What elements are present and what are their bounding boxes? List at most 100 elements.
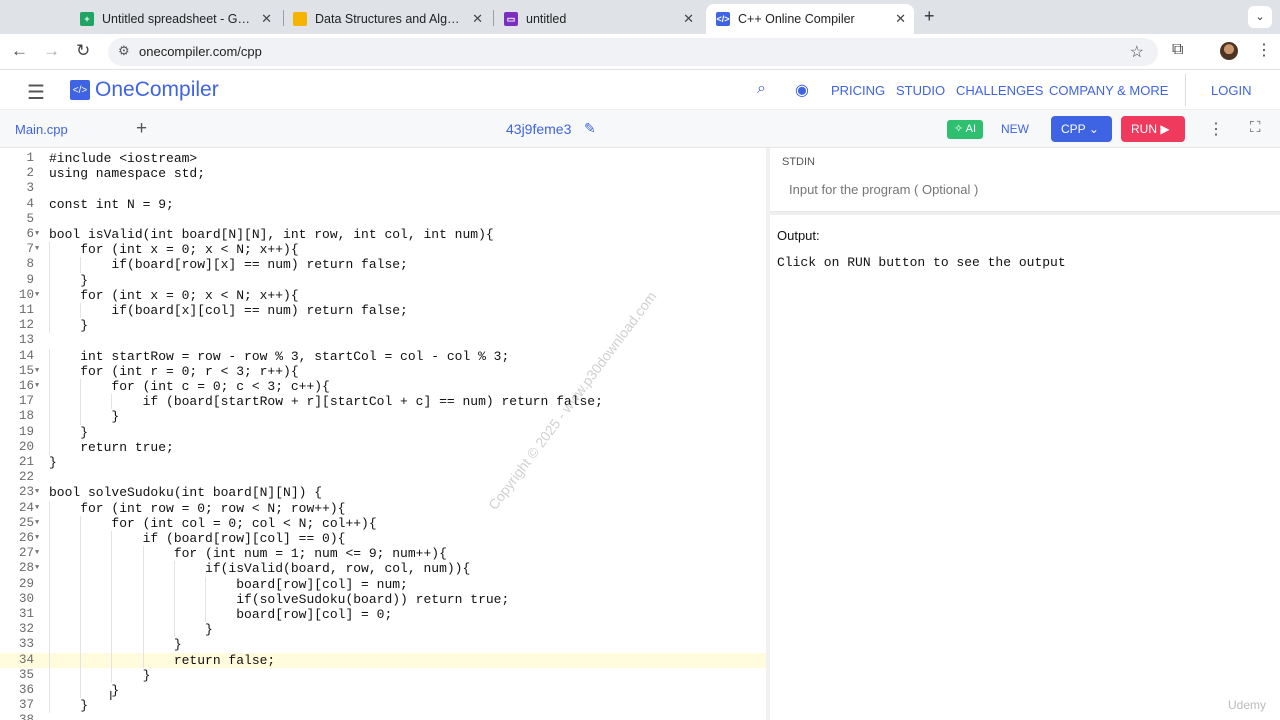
fold-chevron-icon[interactable]: ▼ [35,227,39,242]
code-text: } [49,424,89,440]
fold-chevron-icon[interactable]: ▼ [35,364,39,379]
more-options-icon[interactable]: ⋮ [1208,119,1224,139]
run-button[interactable]: RUN ▶ [1121,116,1185,142]
code-line[interactable]: 37 } [0,698,766,714]
code-line[interactable]: 9 } [0,272,766,288]
code-line[interactable]: 34 return false; [0,652,766,668]
login-link[interactable]: LOGIN [1211,83,1251,98]
code-line[interactable]: 11 if(board[x][col] == num) return false… [0,303,766,319]
code-line[interactable]: 12 } [0,318,766,334]
search-icon[interactable]: ⌕ [757,80,766,98]
new-tab-icon[interactable]: + [924,6,935,27]
code-line[interactable]: 19 } [0,424,766,440]
indent-guide [49,242,50,258]
fullscreen-icon[interactable]: ⛶ [1250,119,1261,136]
code-line[interactable]: 2 using namespace std; [0,166,766,181]
code-line[interactable]: 14 int startRow = row - row % 3, startCo… [0,348,766,364]
nav-studio[interactable]: STUDIO [896,83,945,98]
code-line[interactable]: 35 } [0,667,766,683]
close-icon[interactable]: ✕ [683,11,694,27]
code-line[interactable]: 38 [0,713,766,720]
code-line[interactable]: 27 ▼ for (int num = 1; num <= 9; num++){ [0,546,766,562]
ai-button[interactable]: ✧ AI [947,120,983,139]
code-line[interactable]: 36 } [0,683,766,699]
code-line[interactable]: 13 [0,333,766,348]
site-info-icon[interactable]: ⚙ [118,43,130,59]
add-file-icon[interactable]: + [136,118,147,140]
code-line[interactable]: 22 [0,470,766,485]
indent-guide [80,607,82,623]
code-line[interactable]: 1 #include <iostream> [0,151,766,166]
pane-splitter[interactable] [766,148,770,720]
code-editor[interactable]: Copyright © 2025 - www.p30download.com 1… [0,148,766,720]
stdin-input[interactable] [789,182,1189,197]
code-line[interactable]: 7 ▼ for (int x = 0; x < N; x++){ [0,242,766,258]
fold-chevron-icon[interactable]: ▼ [35,242,39,257]
code-line[interactable]: 28 ▼ if(isValid(board, row, col, num)){ [0,561,766,577]
reload-icon[interactable]: ↻ [76,41,90,61]
indent-guide [80,379,82,395]
back-arrow-icon[interactable]: ← [11,41,28,61]
code-line[interactable]: 18 } [0,409,766,425]
line-number: 26 [18,531,34,545]
code-line[interactable]: 26 ▼ if (board[row][col] == 0){ [0,531,766,547]
code-line[interactable]: 23 ▼ bool solveSudoku(int board[N][N]) { [0,485,766,500]
close-icon[interactable]: ✕ [472,11,483,27]
close-icon[interactable]: ✕ [261,11,272,27]
project-name[interactable]: 43j9feme3 [506,121,571,137]
code-line[interactable]: 20 return true; [0,439,766,455]
browser-tab-onecompiler[interactable]: </> C++ Online Compiler ✕ [706,4,914,34]
avatar[interactable] [1220,42,1238,60]
io-divider[interactable] [770,212,1280,215]
code-line[interactable]: 16 ▼ for (int c = 0; c < 3; c++){ [0,379,766,395]
fold-chevron-icon[interactable]: ▼ [35,501,39,516]
code-line[interactable]: 6 ▼ bool isValid(int board[N][N], int row,… [0,227,766,242]
code-line[interactable]: 15 ▼ for (int r = 0; r < 3; r++){ [0,363,766,379]
code-line[interactable]: 32 } [0,622,766,638]
logo[interactable]: </> OneCompiler [70,78,219,102]
nav-pricing[interactable]: PRICING [831,83,885,98]
code-line[interactable]: 5 [0,212,766,227]
bookmark-star-icon[interactable]: ☆ [1130,42,1144,62]
nav-challenges[interactable]: CHALLENGES [956,83,1043,98]
code-line[interactable]: 25 ▼ for (int col = 0; col < N; col++){ [0,515,766,531]
code-line[interactable]: 31 board[row][col] = 0; [0,607,766,623]
code-line[interactable]: 4 const int N = 9; [0,197,766,212]
language-select-button[interactable]: CPP ⌄ [1051,116,1112,142]
close-icon[interactable]: ✕ [895,11,906,27]
code-line[interactable]: 3 [0,181,766,196]
fold-chevron-icon[interactable]: ▼ [35,379,39,394]
code-line[interactable]: 8 if(board[row][x] == num) return false; [0,257,766,273]
tab-search-chevron-icon[interactable]: ⌄ [1248,6,1272,28]
browser-tab-untitled[interactable]: ▭ untitled ✕ [494,4,702,34]
line-number: 29 [18,576,34,591]
code-line[interactable]: 24 ▼ for (int row = 0; row < N; row++){ [0,500,766,516]
file-tab-main[interactable]: Main.cpp [15,122,68,137]
url-text[interactable]: onecompiler.com/cpp [139,44,262,59]
fold-chevron-icon[interactable]: ▼ [35,531,39,546]
fold-chevron-icon[interactable]: ▼ [35,288,39,303]
browser-tab-dsa[interactable]: Data Structures and Algorithms ✕ [283,4,491,34]
browser-tab-sheets[interactable]: + Untitled spreadsheet - Google Sheets ✕ [70,4,280,34]
new-button[interactable]: NEW [1001,122,1029,136]
code-line[interactable]: 17 if (board[startRow + r][startCol + c]… [0,394,766,410]
fold-chevron-icon[interactable]: ▼ [35,516,39,531]
fold-chevron-icon[interactable]: ▼ [35,546,39,561]
theme-toggle-icon[interactable]: ◉ [795,80,809,100]
code-line[interactable]: 10 ▼ for (int x = 0; x < N; x++){ [0,287,766,303]
forward-arrow-icon[interactable]: → [43,41,60,61]
fold-chevron-icon[interactable]: ▼ [35,561,39,576]
nav-company-more[interactable]: COMPANY & MORE [1049,83,1168,98]
code-line[interactable]: 33 } [0,637,766,653]
hamburger-menu-icon[interactable]: ☰ [27,80,45,105]
indent-guide [49,576,50,592]
code-line[interactable]: 30 if(solveSudoku(board)) return true; [0,591,766,607]
edit-pencil-icon[interactable]: ✎ [584,120,596,137]
extensions-icon[interactable]: ⧉ [1172,41,1183,59]
code-line[interactable]: 21} [0,455,766,470]
code-line[interactable]: 29 board[row][col] = num; [0,576,766,592]
browser-menu-icon[interactable]: ⋮ [1256,40,1272,60]
address-bar[interactable]: ⚙ onecompiler.com/cpp ☆ [108,38,1158,66]
fold-chevron-icon[interactable]: ▼ [35,485,39,500]
line-number: 22 [18,470,34,485]
